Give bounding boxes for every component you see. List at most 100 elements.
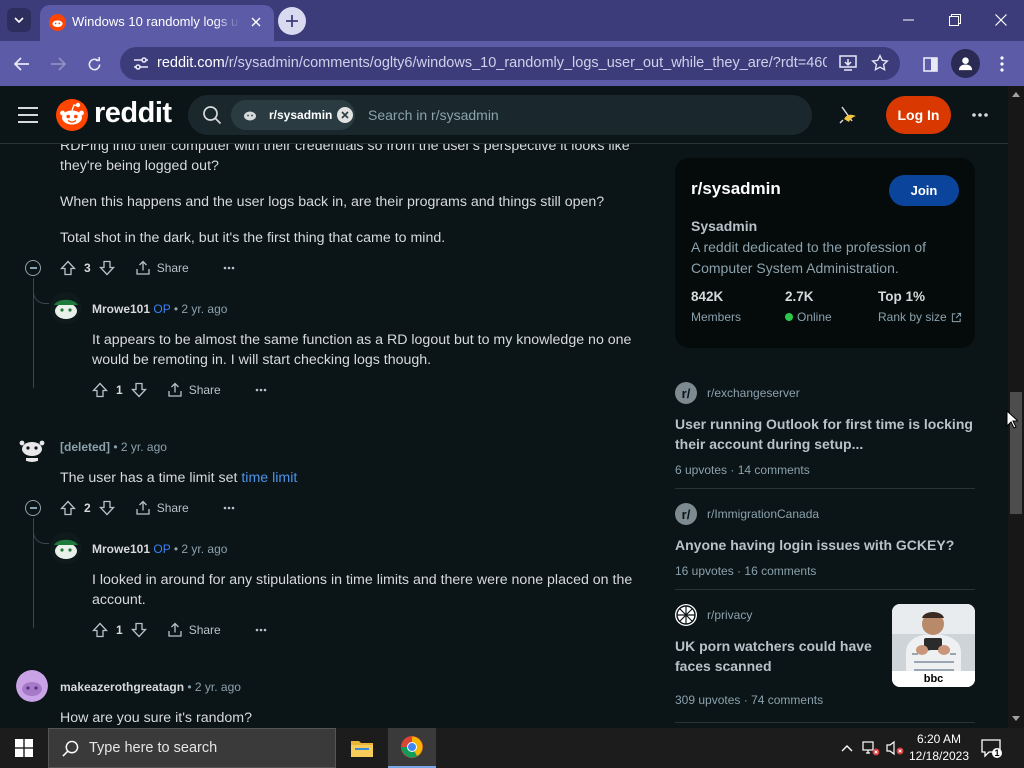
browser-menu-button[interactable] bbox=[988, 50, 1016, 78]
divider bbox=[675, 589, 975, 590]
related-post-subreddit[interactable]: r/r/exchangeserver bbox=[675, 382, 800, 404]
post-thumbnail[interactable]: bbc bbox=[892, 604, 975, 687]
avatar[interactable] bbox=[50, 532, 82, 564]
collapse-thread-button[interactable] bbox=[25, 260, 41, 276]
more-horizontal-icon[interactable] bbox=[223, 266, 235, 270]
side-panel-icon bbox=[922, 56, 938, 72]
comment-author[interactable]: makeazerothgreatagn bbox=[60, 680, 184, 694]
reddit-logo-icon[interactable] bbox=[56, 99, 88, 131]
hamburger-menu-icon[interactable] bbox=[16, 103, 40, 127]
upvote-icon[interactable] bbox=[92, 382, 108, 398]
tab-search-menu-button[interactable] bbox=[7, 8, 31, 32]
vote-count: 1 bbox=[116, 623, 123, 637]
minus-icon bbox=[29, 267, 37, 269]
join-button[interactable]: Join bbox=[889, 175, 959, 206]
avatar[interactable] bbox=[50, 292, 82, 324]
close-icon bbox=[251, 17, 261, 27]
scroll-up-arrow-icon[interactable] bbox=[1012, 92, 1020, 97]
collapse-thread-button[interactable] bbox=[25, 500, 41, 516]
window-close-button[interactable] bbox=[978, 6, 1024, 34]
share-button[interactable]: Share bbox=[189, 383, 221, 397]
new-tab-button[interactable] bbox=[278, 7, 306, 35]
comment-thread: RDPing into their computer with their cr… bbox=[0, 144, 660, 728]
share-button[interactable]: Share bbox=[157, 261, 189, 275]
page-scrollbar[interactable] bbox=[1008, 86, 1024, 728]
related-post-title[interactable]: UK porn watchers could have faces scanne… bbox=[675, 636, 880, 676]
browser-toolbar: reddit.com/r/sysadmin/comments/oglty6/wi… bbox=[0, 41, 1024, 86]
bookmark-star-icon[interactable] bbox=[871, 54, 889, 72]
advertise-icon[interactable] bbox=[836, 103, 860, 127]
upvote-count: 309 upvotes bbox=[675, 693, 741, 707]
chrome-app[interactable] bbox=[388, 728, 436, 768]
browser-tab-bar: Windows 10 randomly logs user out while … bbox=[0, 0, 1024, 41]
more-horizontal-icon[interactable] bbox=[255, 388, 267, 392]
side-panel-button[interactable] bbox=[916, 50, 944, 78]
downvote-icon[interactable] bbox=[130, 382, 147, 398]
comment-time: • 2 yr. ago bbox=[173, 302, 228, 316]
show-hidden-icons-button[interactable] bbox=[838, 728, 856, 768]
profile-button[interactable] bbox=[951, 49, 980, 78]
related-post-title[interactable]: Anyone having login issues with GCKEY? bbox=[675, 535, 954, 555]
start-button[interactable] bbox=[0, 728, 48, 768]
minimize-icon bbox=[903, 19, 914, 21]
upvote-icon[interactable] bbox=[60, 260, 76, 276]
more-options-button[interactable] bbox=[968, 103, 992, 127]
comment-paragraph: Total shot in the dark, but it's the fir… bbox=[60, 230, 446, 246]
reload-button[interactable] bbox=[80, 50, 108, 78]
stat-value: 842K bbox=[691, 289, 724, 304]
url-path: /r/sysadmin/comments/oglty6/windows_10_r… bbox=[224, 55, 827, 71]
more-horizontal-icon[interactable] bbox=[255, 628, 267, 632]
downvote-icon[interactable] bbox=[98, 260, 115, 276]
search-scope-chip[interactable]: r/sysadmin bbox=[231, 100, 355, 130]
avatar[interactable] bbox=[16, 430, 48, 462]
log-in-button[interactable]: Log In bbox=[886, 96, 951, 134]
avatar[interactable] bbox=[16, 670, 48, 702]
stat-label-row: Online bbox=[785, 310, 832, 324]
back-button[interactable] bbox=[8, 50, 36, 78]
comment-link[interactable]: time limit bbox=[241, 470, 297, 486]
action-center-button[interactable]: 1 bbox=[980, 737, 1002, 759]
community-name[interactable]: r/sysadmin bbox=[691, 179, 781, 199]
minimize-button[interactable] bbox=[886, 6, 932, 34]
install-app-icon[interactable] bbox=[839, 55, 857, 72]
thumbnail-source-label: bbc bbox=[892, 671, 975, 687]
upvote-icon[interactable] bbox=[92, 622, 108, 638]
taskbar-search-box[interactable]: Type here to search bbox=[48, 728, 336, 768]
reddit-wordmark[interactable]: reddit bbox=[94, 97, 172, 130]
clear-scope-button[interactable] bbox=[337, 107, 353, 123]
stat-label-row[interactable]: Rank by size bbox=[878, 310, 962, 324]
search-input[interactable]: Search in r/sysadmin bbox=[368, 107, 499, 123]
share-icon[interactable] bbox=[167, 382, 183, 398]
downvote-icon[interactable] bbox=[98, 500, 115, 516]
network-button[interactable] bbox=[860, 728, 882, 768]
downvote-icon[interactable] bbox=[130, 622, 147, 638]
comment-body: How are you sure it's random? bbox=[60, 710, 252, 726]
tab-close-button[interactable] bbox=[247, 13, 265, 31]
upvote-icon[interactable] bbox=[60, 500, 76, 516]
browser-tab[interactable]: Windows 10 randomly logs user out while … bbox=[40, 5, 274, 41]
related-post-stats: 16 upvotes · 16 comments bbox=[675, 564, 817, 578]
tab-title: Windows 10 randomly logs user out while … bbox=[72, 14, 240, 29]
scroll-down-arrow-icon[interactable] bbox=[1012, 716, 1020, 721]
related-post-title[interactable]: User running Outlook for first time is l… bbox=[675, 414, 975, 454]
thread-branch bbox=[33, 288, 49, 304]
share-button[interactable]: Share bbox=[157, 501, 189, 515]
search-bar[interactable]: r/sysadmin Search in r/sysadmin bbox=[188, 95, 812, 135]
volume-button[interactable] bbox=[884, 728, 906, 768]
more-horizontal-icon bbox=[972, 113, 988, 117]
comment-author[interactable]: Mrowe101 bbox=[92, 302, 150, 316]
forward-button[interactable] bbox=[44, 50, 72, 78]
more-horizontal-icon[interactable] bbox=[223, 506, 235, 510]
taskbar-clock[interactable]: 6:20 AM 12/18/2023 bbox=[906, 731, 972, 765]
address-bar[interactable]: reddit.com/r/sysadmin/comments/oglty6/wi… bbox=[120, 47, 900, 80]
comment-count: 14 comments bbox=[737, 463, 810, 477]
share-icon[interactable] bbox=[135, 500, 151, 516]
file-explorer-app[interactable] bbox=[338, 728, 386, 768]
share-icon[interactable] bbox=[167, 622, 183, 638]
related-post-subreddit[interactable]: r/privacy bbox=[675, 604, 752, 626]
share-button[interactable]: Share bbox=[189, 623, 221, 637]
restore-button[interactable] bbox=[932, 6, 978, 34]
share-icon[interactable] bbox=[135, 260, 151, 276]
comment-author[interactable]: Mrowe101 bbox=[92, 542, 150, 556]
related-post-subreddit[interactable]: r/r/ImmigrationCanada bbox=[675, 503, 819, 525]
